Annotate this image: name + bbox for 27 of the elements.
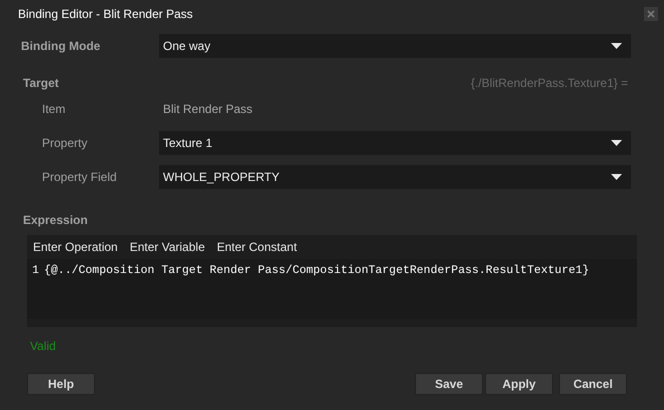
caret-icon (611, 174, 622, 180)
binding-preview: {./BlitRenderPass.Texture1} = (470, 75, 628, 92)
toolbar-button[interactable]: Enter Operation (33, 238, 118, 256)
dropdown[interactable]: One way (159, 34, 631, 58)
toolbar-button[interactable]: Enter Variable (130, 238, 205, 256)
field-label: Property Field (42, 169, 118, 186)
field-value: Blit Render Pass (162, 101, 252, 118)
line-number: 1 (31, 263, 39, 279)
validation-status: Valid (30, 338, 56, 355)
caret-icon (611, 140, 622, 146)
window-title: Binding Editor - Blit Render Pass (18, 6, 193, 22)
dialog-button[interactable]: Save (415, 373, 483, 395)
close-icon (647, 10, 655, 18)
caret-icon (611, 43, 622, 49)
close-button[interactable] (644, 6, 658, 20)
dropdown[interactable]: Texture 1 (159, 131, 631, 155)
dialog-button[interactable]: Apply (485, 373, 553, 395)
field-label: Binding Mode (21, 38, 102, 55)
field-label: Item (42, 101, 66, 118)
toolbar-button[interactable]: Enter Constant (216, 238, 297, 256)
section-heading: Expression (23, 212, 88, 229)
code-line: {@../Composition Target Render Pass/CompositionTargetRenderPass.ResultTexture1} (44, 263, 590, 279)
dialog-button[interactable]: Cancel (559, 373, 627, 395)
section-heading: Target (23, 75, 59, 92)
dropdown[interactable]: WHOLE_PROPERTY (159, 165, 631, 189)
help-button[interactable]: Help (27, 373, 95, 395)
field-label: Property (42, 135, 88, 152)
